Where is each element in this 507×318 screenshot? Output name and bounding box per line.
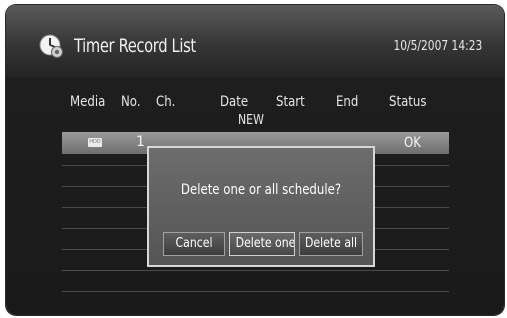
dialog-message: Delete one or all schedule?	[180, 182, 342, 198]
column-header-date: Date	[220, 94, 249, 110]
column-header-no: No.	[121, 94, 141, 110]
column-header-end: End	[336, 94, 359, 110]
page-title: Timer Record List	[74, 35, 196, 57]
delete-confirm-dialog: Delete one or all schedule? Cancel Delet…	[147, 146, 375, 267]
column-header-start: Start	[276, 94, 305, 110]
row-divider	[62, 291, 449, 292]
hdd-icon: HDD	[88, 138, 102, 147]
column-header-media: Media	[70, 94, 106, 110]
cancel-button[interactable]: Cancel	[163, 232, 225, 256]
new-record-item[interactable]: NEW	[238, 113, 264, 128]
header-bar: Timer Record List 10/5/2007 14:23	[6, 5, 504, 77]
timer-record-screen: Timer Record List 10/5/2007 14:23 Media …	[6, 5, 504, 315]
row-divider	[62, 270, 449, 271]
record-number: 1	[136, 134, 145, 150]
delete-all-button[interactable]: Delete all	[299, 232, 363, 256]
datetime-display: 10/5/2007 14:23	[393, 39, 482, 54]
column-header-status: Status	[389, 94, 427, 110]
record-status: OK	[404, 135, 421, 151]
delete-one-button[interactable]: Delete one	[229, 232, 295, 256]
clock-timer-icon	[39, 34, 63, 58]
column-header-channel: Ch.	[156, 94, 176, 110]
